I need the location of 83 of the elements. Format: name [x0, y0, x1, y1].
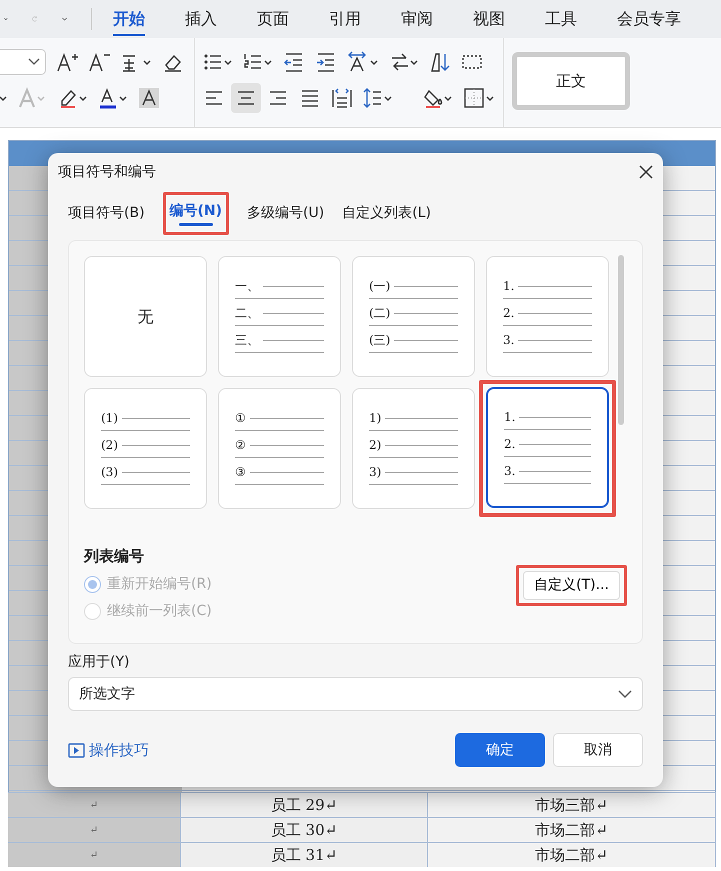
ribbon-tab[interactable]: 工具 — [545, 2, 577, 36]
ribbon-tab[interactable]: 视图 — [473, 2, 505, 36]
ribbon-tab[interactable]: 审阅 — [401, 2, 433, 36]
font-color-icon[interactable] — [98, 87, 128, 109]
grow-font-icon[interactable] — [56, 51, 78, 73]
table-cell: 市场三部↵ — [428, 793, 716, 817]
table-cell: 员工 31↵ — [181, 843, 428, 867]
list-marker: 2) — [369, 439, 382, 451]
ok-button[interactable]: 确定 — [455, 733, 545, 767]
chevron-down-icon[interactable] — [618, 690, 632, 698]
ribbon-tab[interactable]: 会员专享 — [617, 2, 681, 36]
list-marker: (1) — [101, 412, 118, 424]
list-marker: (3) — [101, 466, 118, 478]
list-marker: 2. — [504, 438, 516, 450]
list-marker: 2. — [503, 307, 514, 319]
numbering-preset[interactable]: 1) 2) 3) — [352, 388, 475, 509]
list-marker: 一、 — [235, 280, 259, 292]
numbering-preset[interactable]: 1. 2. 3. — [486, 387, 609, 508]
numbering-preset[interactable]: 无 — [84, 256, 207, 377]
table-cell: 员工 29↵ — [181, 793, 428, 817]
scrollbar[interactable] — [618, 255, 624, 425]
dialog-tab[interactable]: 多级编号(U) — [247, 200, 324, 226]
shrink-font-icon[interactable] — [88, 51, 110, 73]
numbering-preset[interactable]: (1) (2) (3) — [84, 388, 207, 509]
list-marker: ② — [235, 439, 246, 451]
preset-label: 无 — [136, 306, 154, 328]
sort-icon[interactable] — [429, 51, 451, 73]
dialog-title: 项目符号和编号 — [58, 162, 156, 182]
ribbon-tab[interactable]: 页面 — [257, 2, 289, 36]
ribbon-tab[interactable]: 引用 — [329, 2, 361, 36]
cancel-button[interactable]: 取消 — [553, 733, 643, 767]
list-marker: 三、 — [235, 334, 259, 346]
list-marker: (2) — [101, 439, 118, 451]
table-cell: ↵ — [8, 793, 181, 817]
table-cell: 市场二部↵ — [428, 818, 716, 842]
line-spacing-icon[interactable] — [363, 87, 393, 109]
ribbon-tab[interactable]: 开始 — [113, 2, 145, 36]
dialog-tab[interactable]: 编号(N) — [170, 198, 222, 228]
numbering-preset[interactable]: 1. 2. 3. — [486, 256, 609, 377]
field-label: 应用于(Y) — [68, 653, 130, 672]
list-marker: 1. — [504, 411, 516, 423]
ribbon-tab[interactable]: 插入 — [185, 2, 217, 36]
numbering-preset[interactable]: 一、 二、 三、 — [218, 256, 341, 377]
list-marker: ① — [235, 412, 246, 424]
play-icon — [68, 742, 85, 758]
decrease-indent-icon[interactable] — [283, 51, 305, 73]
font-size-field[interactable] — [0, 49, 46, 75]
list-marker: (二) — [369, 307, 390, 319]
numbering-preset[interactable]: (一) (二) (三) — [352, 256, 475, 377]
dialog-tab[interactable]: 项目符号(B) — [68, 200, 145, 226]
list-marker: ③ — [235, 466, 246, 478]
borders-icon[interactable] — [463, 87, 495, 109]
option-label: 重新开始编号(R) — [107, 574, 212, 594]
list-marker: 1. — [503, 280, 514, 292]
table-cell: ↵ — [8, 843, 181, 867]
list-marker: (三) — [369, 334, 390, 346]
tips-link[interactable]: 操作技巧 — [68, 738, 149, 762]
list-marker: 3. — [504, 465, 516, 477]
highlighter-icon[interactable] — [58, 87, 88, 109]
list-marker: 二、 — [235, 307, 259, 319]
table-cell: 员工 30↵ — [181, 818, 428, 842]
increase-indent-icon[interactable] — [315, 51, 337, 73]
numbering-preset[interactable]: ① ② ③ — [218, 388, 341, 509]
list-marker: 1) — [369, 412, 382, 424]
apply-to-dropdown[interactable]: 所选文字 — [68, 677, 643, 711]
close-icon[interactable] — [639, 165, 653, 179]
table-cell: 市场二部↵ — [428, 843, 716, 867]
list-marker: 3. — [503, 334, 514, 346]
text-direction-icon[interactable] — [347, 51, 379, 73]
fill-bucket-icon[interactable] — [423, 87, 453, 109]
distributed-icon[interactable] — [331, 87, 353, 109]
section-title: 列表编号 — [84, 546, 145, 567]
option-label: 继续前一列表(C) — [107, 602, 212, 620]
style-preset[interactable]: 正文 — [512, 52, 630, 110]
chevron-down-icon[interactable] — [28, 58, 40, 66]
customize-button[interactable]: 自定义(T)... — [523, 570, 620, 600]
list-marker: 3) — [369, 466, 382, 478]
list-marker: (一) — [369, 280, 390, 292]
align-center-button[interactable] — [231, 83, 261, 113]
swap-icon[interactable] — [389, 51, 419, 73]
character-shading-icon[interactable] — [138, 87, 160, 109]
table-cell: ↵ — [8, 818, 181, 842]
dialog-tab[interactable]: 自定义列表(L) — [342, 200, 431, 226]
